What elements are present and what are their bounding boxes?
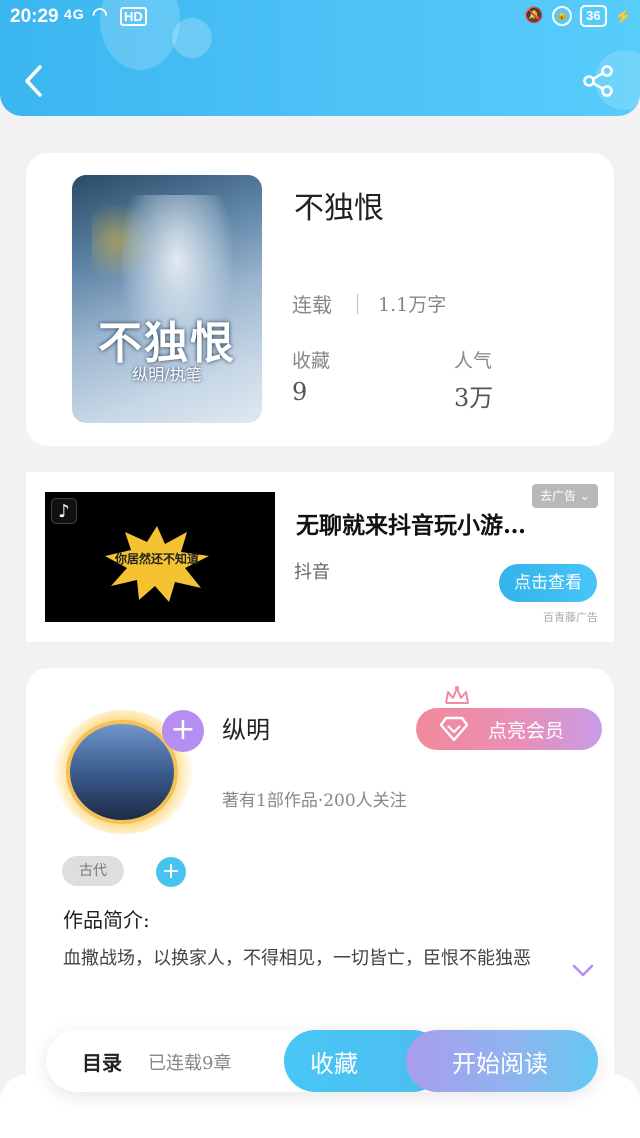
avatar[interactable] <box>66 720 178 824</box>
wifi-icon: ◠ <box>92 4 108 24</box>
cover-author: 纵明/执笔 <box>132 365 202 384</box>
author-avatar-wrap: + <box>48 710 204 834</box>
favorite-button-label: 收藏 <box>310 1050 358 1078</box>
start-reading-label: 开始阅读 <box>452 1050 548 1078</box>
intro-label: 作品简介: <box>63 908 150 932</box>
back-button[interactable] <box>20 64 50 98</box>
share-icon <box>583 65 613 97</box>
mute-bell-icon: 🔕 <box>524 7 544 24</box>
author-name[interactable]: 纵明 <box>222 710 270 745</box>
rotation-lock-icon: 🔒 <box>552 6 573 26</box>
battery-icon: 36 <box>580 5 607 27</box>
popularity-value: 3万 <box>454 384 494 412</box>
remove-ad-button[interactable]: 去广告 ⌄ <box>532 484 598 508</box>
word-count: 1.1万字 <box>378 294 447 316</box>
vip-button-label: 点亮会员 <box>488 720 565 742</box>
book-cover[interactable]: 不独恨 纵明/执笔 <box>72 175 262 423</box>
status-time: 20:29 <box>10 6 59 27</box>
book-info-card: 不独恨 纵明/执笔 不独恨 连载 1.1万字 收藏 9 人气 3万 <box>26 153 614 446</box>
hd-icon: HD <box>120 7 147 26</box>
follow-button[interactable]: + <box>162 710 204 752</box>
share-button[interactable] <box>582 64 616 98</box>
ad-title: 无聊就来抖音玩小游… <box>296 512 526 539</box>
back-arrow-icon <box>25 65 42 97</box>
genre-tag[interactable]: 古代 <box>62 856 124 886</box>
add-tag-button[interactable]: + <box>156 857 186 887</box>
book-status: 连载 <box>292 293 332 317</box>
signal-icon: 4G <box>64 6 85 22</box>
header: 20:29 4G ◠ HD 🔕 🔒 36 ⚡ <box>0 0 640 116</box>
vip-button[interactable]: 点亮会员 <box>416 708 602 750</box>
favorites-value: 9 <box>292 378 308 406</box>
ad-source: 百青藤广告 <box>543 611 598 624</box>
divider <box>357 294 358 314</box>
chapter-count[interactable]: 已连载9章 <box>148 1049 231 1075</box>
bottom-action-bar: 目录 已连载9章 收藏 开始阅读 <box>46 1030 598 1092</box>
popularity-label: 人气 <box>454 350 493 372</box>
diamond-icon <box>440 716 468 742</box>
book-title: 不独恨 <box>294 191 384 226</box>
ad-cta-button[interactable]: 点击查看 <box>499 564 597 602</box>
plus-icon: + <box>161 859 181 884</box>
start-reading-button[interactable]: 开始阅读 <box>406 1030 598 1092</box>
status-right: 🔕 🔒 36 ⚡ <box>524 5 632 27</box>
ad-image[interactable]: ♪ 你居然还不知道 <box>45 492 275 622</box>
author-meta: 著有1部作品·200人关注 <box>222 791 407 811</box>
ad-banner[interactable]: ♪ 你居然还不知道 去广告 ⌄ 无聊就来抖音玩小游… 抖音 点击查看 百青藤广告 <box>26 472 614 642</box>
status-bar: 20:29 4G ◠ HD 🔕 🔒 36 ⚡ <box>0 0 640 34</box>
charging-icon: ⚡ <box>614 7 632 24</box>
tiktok-logo-icon: ♪ <box>51 498 77 524</box>
crown-icon <box>445 686 469 704</box>
ad-brand: 抖音 <box>294 562 330 583</box>
chevron-down-icon[interactable] <box>572 964 594 978</box>
favorites-label: 收藏 <box>292 350 331 372</box>
toc-button[interactable]: 目录 <box>82 1047 122 1076</box>
intro-text: 血撒战场，以换家人，不得相见，一切皆亡，臣恨不能独恶 <box>63 948 531 969</box>
plus-icon: + <box>170 712 196 747</box>
ad-image-text: 你居然还不知道 <box>114 552 199 566</box>
